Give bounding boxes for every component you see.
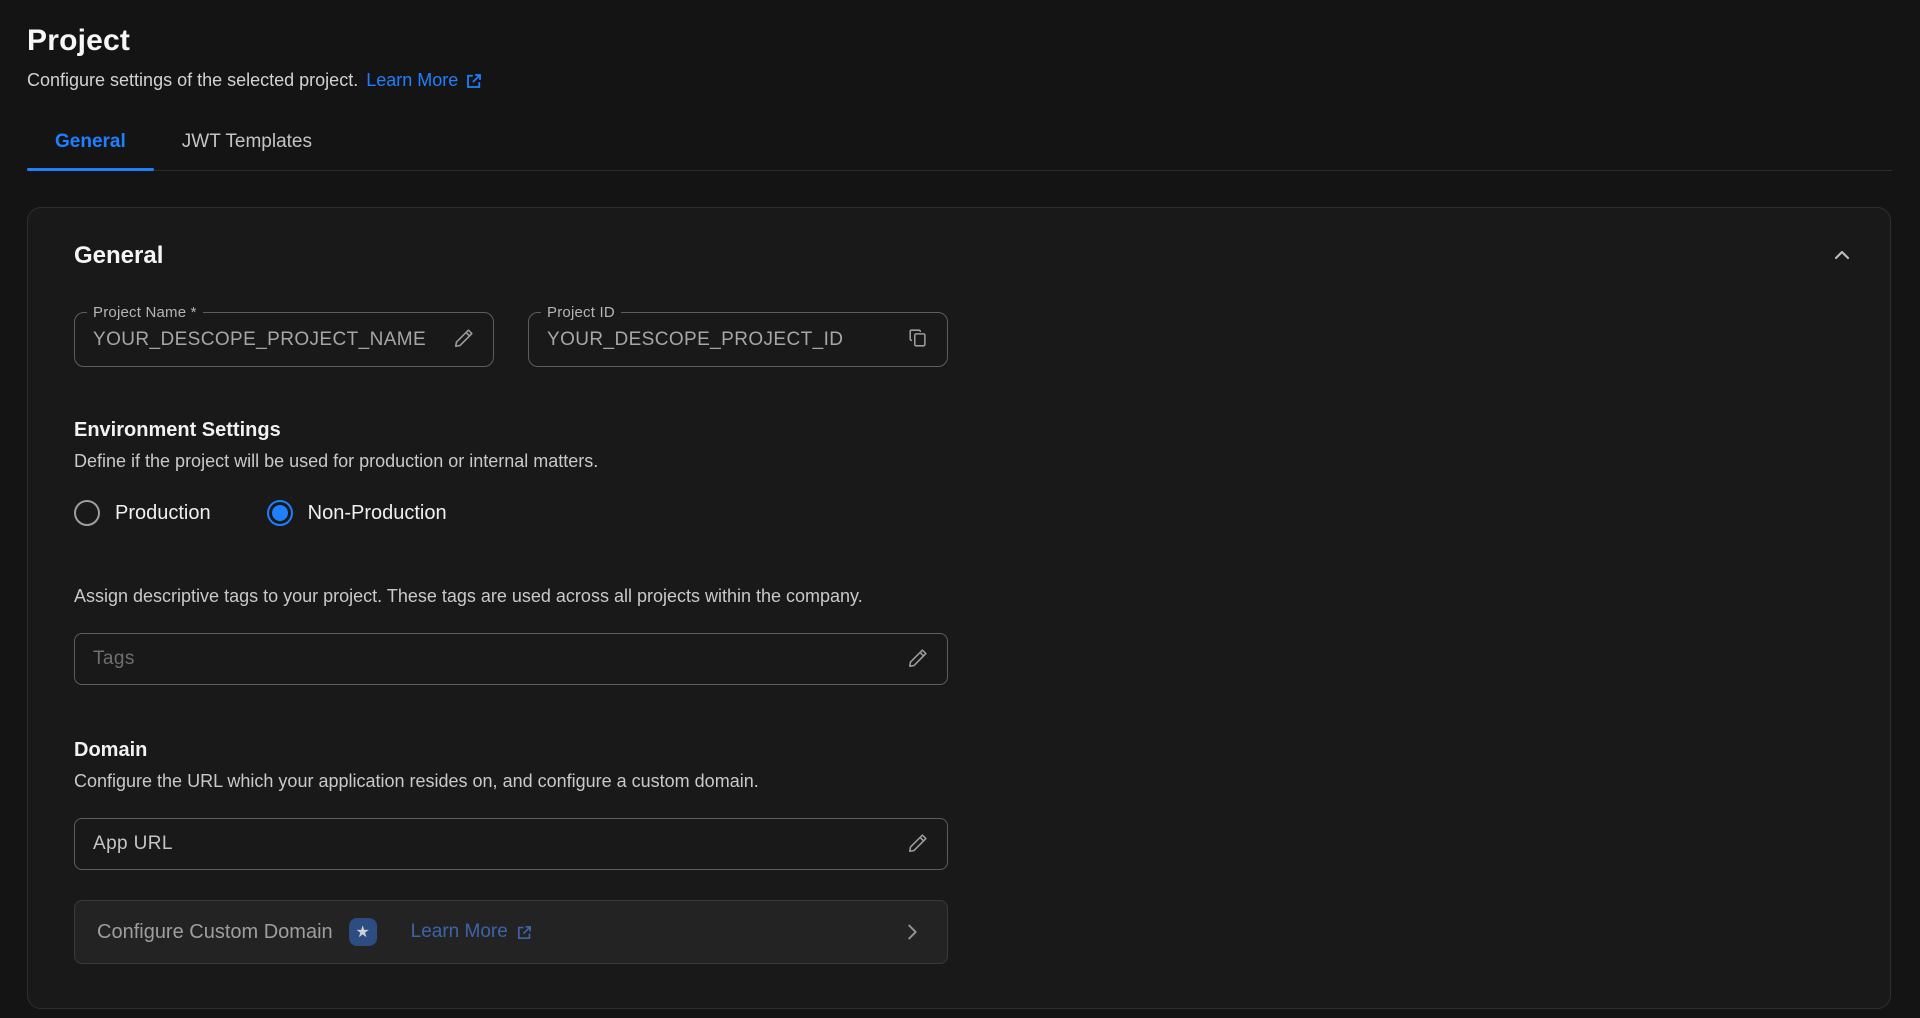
configure-custom-domain-row[interactable]: Configure Custom Domain ★ Learn More [74, 900, 948, 964]
tab-jwt-templates[interactable]: JWT Templates [154, 131, 340, 170]
tab-bar: General JWT Templates [27, 131, 1892, 171]
tags-field [74, 633, 948, 685]
copy-project-id-button[interactable] [901, 323, 935, 357]
environment-settings-title: Environment Settings [74, 419, 948, 442]
project-name-label: Project Name * [87, 304, 203, 321]
radio-option-production[interactable]: Production [74, 500, 211, 526]
learn-more-label: Learn More [366, 70, 458, 91]
app-url-field [74, 818, 948, 870]
general-settings-card: General Project Name * [27, 207, 1891, 1009]
copy-icon [907, 327, 929, 352]
radio-label-non-production: Non-Production [308, 502, 447, 525]
card-content: Project Name * Project ID [74, 312, 948, 964]
pencil-edit-icon [453, 327, 475, 352]
external-link-icon [516, 924, 533, 941]
chevron-up-icon [1830, 243, 1854, 270]
configure-custom-domain-label: Configure Custom Domain [97, 921, 333, 944]
edit-project-name-button[interactable] [447, 323, 481, 357]
custom-domain-learn-more-label: Learn More [411, 921, 508, 943]
chevron-right-icon [901, 921, 923, 943]
edit-app-url-button[interactable] [901, 827, 935, 861]
project-settings-page: Project Configure settings of the select… [0, 0, 1920, 1009]
project-id-input[interactable] [547, 329, 901, 351]
external-link-icon [465, 72, 483, 90]
radio-unchecked-icon [74, 500, 100, 526]
edit-tags-button[interactable] [901, 642, 935, 676]
page-subtitle: Configure settings of the selected proje… [27, 70, 1892, 91]
radio-option-non-production[interactable]: Non-Production [267, 500, 447, 526]
app-url-input[interactable] [93, 833, 901, 855]
environment-settings-description: Define if the project will be used for p… [74, 451, 948, 472]
radio-label-production: Production [115, 502, 211, 525]
domain-description: Configure the URL which your application… [74, 771, 948, 792]
project-name-input[interactable] [93, 329, 447, 351]
custom-domain-learn-more-link[interactable]: Learn More [411, 921, 533, 943]
card-title: General [74, 238, 163, 270]
collapse-section-button[interactable] [1824, 238, 1860, 274]
card-header: General [74, 238, 1860, 274]
pencil-edit-icon [907, 647, 929, 672]
radio-checked-icon [267, 500, 293, 526]
page-subtitle-text: Configure settings of the selected proje… [27, 70, 358, 91]
domain-title: Domain [74, 739, 948, 762]
tags-input[interactable] [93, 648, 901, 670]
pencil-edit-icon [907, 832, 929, 857]
star-glyph: ★ [355, 922, 369, 942]
environment-radio-group: Production Non-Production [74, 500, 948, 526]
star-icon: ★ [349, 918, 377, 946]
learn-more-link[interactable]: Learn More [366, 70, 483, 91]
tab-general[interactable]: General [27, 131, 154, 170]
project-fields-row: Project Name * Project ID [74, 312, 948, 367]
project-id-field: Project ID [528, 312, 948, 367]
tags-description: Assign descriptive tags to your project.… [74, 586, 948, 607]
project-name-field: Project Name * [74, 312, 494, 367]
page-title: Project [27, 24, 1892, 58]
project-id-label: Project ID [541, 304, 621, 321]
